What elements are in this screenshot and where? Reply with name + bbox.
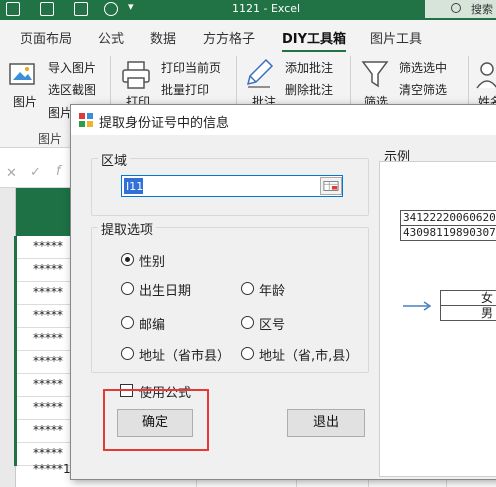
redo-icon[interactable] xyxy=(40,2,54,16)
option-area-code-label: 区号 xyxy=(259,318,286,333)
ribbon-tab-bar: 页面布局 公式 数据 方方格子 DIY工具箱 图片工具 xyxy=(0,20,496,53)
tab-picture-tools[interactable]: 图片工具 xyxy=(370,28,422,47)
option-address-separated-label: 地址（省,市,县） xyxy=(259,349,359,364)
print-current-page-button[interactable]: 打印当前页 xyxy=(161,59,221,76)
picture-icon[interactable] xyxy=(8,60,38,90)
excel-title-bar: ▾ 1121 - Excel 搜索 xyxy=(0,0,496,20)
radio-area-code[interactable] xyxy=(241,316,254,329)
document-name: 1121 xyxy=(232,2,260,15)
example-panel: 341222200606200 430981198903070 女 男 xyxy=(379,161,496,477)
row-selection-marker xyxy=(14,305,17,328)
clear-filter-button[interactable]: 清空筛选 xyxy=(399,81,447,98)
region-range-input[interactable] xyxy=(124,178,320,194)
region-screenshot-button[interactable]: 选区截图 xyxy=(48,81,96,98)
id-cell[interactable]: ***** xyxy=(33,239,63,253)
tab-data[interactable]: 数据 xyxy=(150,28,176,47)
tab-formulas[interactable]: 公式 xyxy=(98,28,124,47)
id-cell[interactable]: ***** xyxy=(33,308,63,322)
ok-button-highlight xyxy=(103,389,209,451)
delete-comment-button[interactable]: 删除批注 xyxy=(285,81,333,98)
sync-icon[interactable] xyxy=(104,2,118,16)
id-cell[interactable]: ***** xyxy=(33,354,63,368)
id-cell[interactable]: ***** xyxy=(33,423,63,437)
tab-page-layout[interactable]: 页面布局 xyxy=(20,28,72,47)
add-comment-button[interactable]: 添加批注 xyxy=(285,59,333,76)
dialog-app-icon xyxy=(79,113,93,127)
row-selection-marker xyxy=(14,397,17,420)
picture-cut-button[interactable]: 图片 xyxy=(48,104,72,121)
search-label: 搜索 xyxy=(471,3,493,16)
row-selection-marker xyxy=(14,328,17,351)
region-range-field[interactable] xyxy=(121,175,343,197)
example-result-cell: 女 xyxy=(440,290,496,306)
printer-icon[interactable] xyxy=(120,60,152,90)
id-cell[interactable]: ***** xyxy=(33,446,63,460)
id-cell[interactable]: ***** xyxy=(33,285,63,299)
group-label-picture: 图片 xyxy=(38,132,63,146)
example-result-cell: 男 xyxy=(440,305,496,321)
row-selection-marker xyxy=(14,374,17,397)
title-separator: - xyxy=(260,2,271,15)
radio-age[interactable] xyxy=(241,282,254,295)
row-selection-marker xyxy=(14,351,17,374)
option-age-label: 年龄 xyxy=(259,284,286,299)
save-icon[interactable] xyxy=(74,2,88,16)
import-picture-button[interactable]: 导入图片 xyxy=(48,59,96,76)
id-cell[interactable]: ***** xyxy=(33,400,63,414)
picture-button[interactable]: 图片 xyxy=(13,93,37,110)
dialog-title: 提取身份证号中的信息 xyxy=(99,116,230,131)
radio-address-separated[interactable] xyxy=(241,347,254,360)
extract-options-label: 提取选项 xyxy=(98,219,157,238)
id-cell[interactable]: ***** xyxy=(33,262,63,276)
example-id-cell: 341222200606200 xyxy=(400,210,496,226)
extract-id-info-dialog: 提取身份证号中的信息 区域 提取选项 性别 出生日期 年龄 邮编 区号 xyxy=(70,104,496,480)
row-selection-marker xyxy=(14,282,17,305)
dialog-title-bar[interactable]: 提取身份证号中的信息 xyxy=(71,105,496,135)
tab-diy-toolbox[interactable]: DIY工具箱 xyxy=(282,28,347,53)
example-arrow-icon xyxy=(403,301,432,311)
cancel-formula-icon[interactable]: ✕ xyxy=(6,166,17,181)
id-cell[interactable]: ***** xyxy=(33,331,63,345)
example-id-cell: 430981198903070 xyxy=(400,225,496,241)
id-cell[interactable]: ***** xyxy=(33,377,63,391)
tab-fangfang-grid[interactable]: 方方格子 xyxy=(203,28,255,47)
search-box[interactable]: 搜索 xyxy=(425,0,496,18)
comment-pen-icon[interactable] xyxy=(244,58,276,90)
radio-gender[interactable] xyxy=(121,253,134,266)
option-gender-label: 性别 xyxy=(139,255,166,270)
radio-birth-date[interactable] xyxy=(121,282,134,295)
fx-icon[interactable]: f xyxy=(56,164,61,179)
search-icon xyxy=(451,3,461,13)
exit-button[interactable]: 退出 xyxy=(287,409,365,437)
radio-postcode[interactable] xyxy=(121,316,134,329)
radio-address-county[interactable] xyxy=(121,347,134,360)
confirm-formula-icon[interactable]: ✓ xyxy=(30,165,41,180)
row-selection-marker xyxy=(14,259,17,282)
range-picker-icon[interactable] xyxy=(320,177,342,195)
app-name: Excel xyxy=(270,2,301,15)
undo-icon[interactable] xyxy=(6,2,20,16)
option-postcode-label: 邮编 xyxy=(139,318,166,333)
option-birth-date-label: 出生日期 xyxy=(139,284,192,299)
row-selection-marker xyxy=(14,236,17,259)
quick-access-dropdown-icon[interactable]: ▾ xyxy=(128,0,134,13)
filter-selected-button[interactable]: 筛选选中 xyxy=(399,59,447,76)
window-title: 1121 - Excel xyxy=(232,2,300,15)
person-icon[interactable] xyxy=(476,60,496,90)
region-group-label: 区域 xyxy=(98,150,131,169)
batch-print-button[interactable]: 批量打印 xyxy=(161,81,209,98)
row-selection-marker xyxy=(14,420,17,443)
filter-funnel-icon[interactable] xyxy=(360,58,390,90)
row-selection-marker xyxy=(14,443,17,466)
option-address-county-label: 地址（省市县） xyxy=(139,349,231,364)
